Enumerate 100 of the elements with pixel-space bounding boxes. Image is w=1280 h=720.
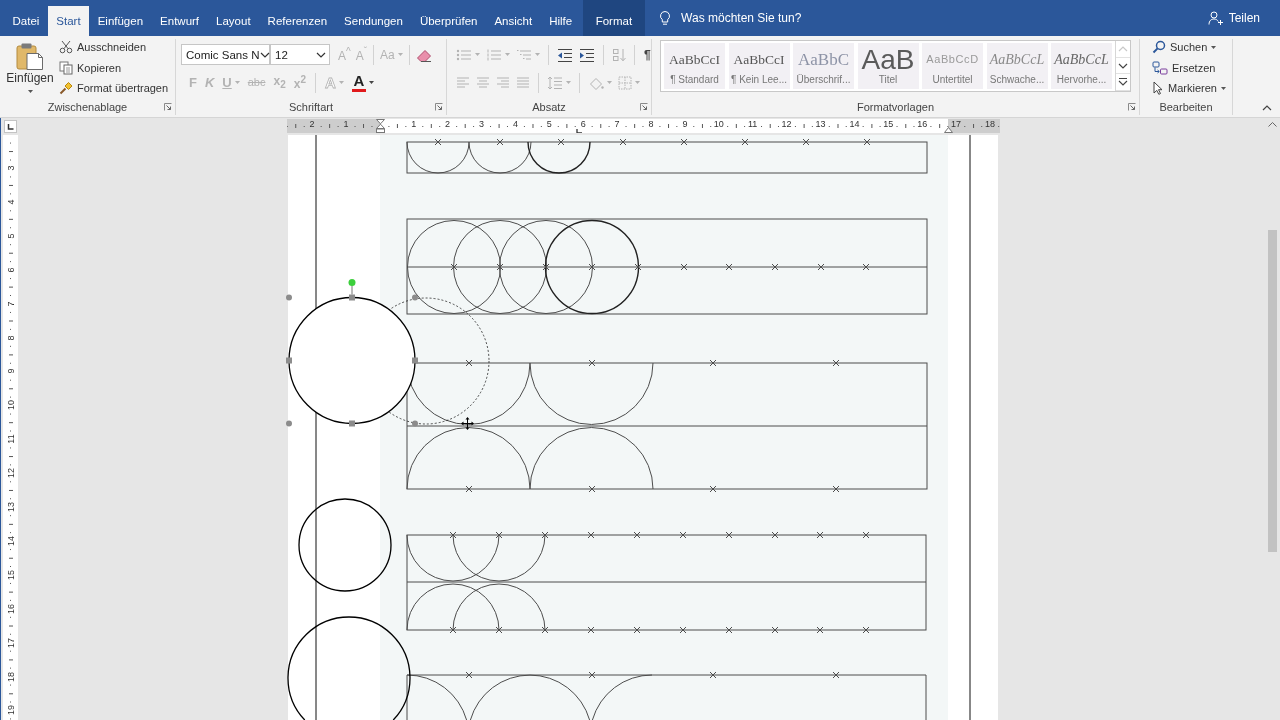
clipboard-icon xyxy=(16,42,44,70)
chevron-down-icon xyxy=(1118,62,1128,69)
paste-button[interactable]: Einfügen xyxy=(4,39,56,97)
ruler-number: 14 xyxy=(849,119,860,129)
ribbon-tab[interactable]: Hilfe xyxy=(540,6,581,36)
dialog-launcher-icon[interactable] xyxy=(1128,103,1136,111)
ruler-number: 14 xyxy=(5,535,16,546)
caret-icon[interactable] xyxy=(1211,45,1217,49)
ruler-number: 4 xyxy=(5,199,16,205)
ribbon-tab[interactable]: Start xyxy=(47,6,90,36)
ruler-number: 17 xyxy=(5,637,16,648)
resize-handle[interactable] xyxy=(349,294,355,301)
editing-command[interactable]: Markieren xyxy=(1150,78,1228,99)
scroll-up-icon[interactable] xyxy=(1268,122,1277,127)
group-label: Schriftart xyxy=(289,101,333,113)
clipboard-command[interactable]: Format übertragen xyxy=(57,78,171,99)
replace-icon xyxy=(1152,60,1168,75)
font-color-button[interactable]: A xyxy=(348,72,377,93)
group-label: Formatvorlagen xyxy=(856,101,934,113)
paintbrush-icon xyxy=(59,81,73,96)
group-label: Absatz xyxy=(532,101,566,113)
style-gallery-item[interactable]: AaBbCcL Schwache... xyxy=(986,43,1048,89)
caret-icon[interactable] xyxy=(368,81,374,84)
clipboard-command[interactable]: Kopieren xyxy=(57,57,171,78)
show-marks-button[interactable]: ¶ xyxy=(641,44,651,65)
dialog-launcher-icon[interactable] xyxy=(640,103,648,111)
caret-icon[interactable] xyxy=(27,90,33,93)
share-button[interactable]: Teilen xyxy=(1207,6,1260,30)
resize-handle[interactable] xyxy=(412,357,418,364)
ribbon-tab[interactable]: Layout xyxy=(207,6,260,36)
style-gallery-item[interactable]: AaBbCcI ¶ Standard xyxy=(664,43,725,89)
indent-marker-icon[interactable] xyxy=(943,127,953,133)
search-icon xyxy=(1152,40,1166,55)
caret-icon[interactable] xyxy=(1220,86,1226,90)
scissors-icon xyxy=(59,40,73,55)
ruler-number: 19 xyxy=(5,705,16,716)
font-size-combobox[interactable]: 12 xyxy=(270,44,330,65)
ruler-number: 16 xyxy=(917,119,928,129)
ruler-number: 10 xyxy=(713,119,724,129)
ribbon-tab[interactable]: Entwurf xyxy=(151,6,208,36)
ruler-number: 13 xyxy=(815,119,826,129)
ribbon-tab[interactable]: Einfügen xyxy=(89,6,152,36)
clipboard-command[interactable]: Ausschneiden xyxy=(57,39,171,58)
style-gallery-item[interactable]: AaBbCcL Hervorhe... xyxy=(1051,43,1112,89)
style-gallery-item[interactable]: AaBbCcD Untertitel xyxy=(922,43,983,89)
tell-me-search-field[interactable]: Was möchten Sie tun? xyxy=(681,11,804,25)
ruler-number: 12 xyxy=(781,119,792,129)
resize-handle[interactable] xyxy=(286,294,292,301)
font-name-combobox[interactable]: Comic Sans N xyxy=(181,44,270,65)
person-add-icon xyxy=(1207,11,1224,25)
ribbon-tab[interactable]: Datei xyxy=(4,6,48,36)
collapse-ribbon-icon[interactable] xyxy=(1262,105,1272,111)
resize-handle[interactable] xyxy=(412,294,418,301)
move-cursor-icon xyxy=(461,417,474,430)
ribbon-tab[interactable]: Referenzen xyxy=(259,6,336,36)
ruler-number: 7 xyxy=(614,119,620,129)
ruler-number: 5 xyxy=(546,119,552,129)
lightbulb-icon xyxy=(659,10,672,26)
resize-handle[interactable] xyxy=(286,357,292,364)
cursor-arrow-icon xyxy=(1152,81,1164,96)
ruler-number: 8 xyxy=(5,335,16,340)
ruler-number: 13 xyxy=(5,502,16,512)
ruler-number: 2 xyxy=(445,119,451,129)
style-gallery-item[interactable]: AaBbCcI ¶ Kein Lee... xyxy=(728,43,790,89)
increase-indent-icon[interactable] xyxy=(579,47,595,62)
dialog-launcher-icon[interactable] xyxy=(435,103,443,111)
ruler-number: 1 xyxy=(411,119,417,129)
group-label: Zwischenablage xyxy=(47,101,128,113)
rotation-handle[interactable] xyxy=(348,279,356,295)
scrollbar-thumb[interactable] xyxy=(1268,230,1277,552)
indent-marker-icon[interactable] xyxy=(375,119,385,133)
ribbon-tab[interactable]: Überprüfen xyxy=(411,6,486,36)
ribbon-tab[interactable]: Sendungen xyxy=(335,6,412,36)
decrease-indent-icon[interactable] xyxy=(557,47,573,62)
style-gallery-item[interactable]: AaB Titel xyxy=(857,43,919,89)
ruler-number: 8 xyxy=(648,119,654,129)
ruler-number: 1 xyxy=(343,119,349,129)
resize-handle[interactable] xyxy=(286,420,292,427)
editing-command[interactable]: Ersetzen xyxy=(1150,57,1228,78)
ruler-number: 10 xyxy=(5,400,16,411)
tab-selector-icon[interactable] xyxy=(4,120,17,133)
dialog-launcher-icon[interactable] xyxy=(164,103,172,111)
ribbon-tab[interactable]: Format xyxy=(582,0,646,36)
resize-handle[interactable] xyxy=(349,420,355,427)
ruler-number: 5 xyxy=(5,233,16,239)
style-gallery-item[interactable]: AaBbC Überschrif... xyxy=(793,43,854,89)
ruler-number: 3 xyxy=(479,119,484,129)
ruler-number: 7 xyxy=(5,301,16,307)
expand-gallery-icon xyxy=(1118,78,1128,87)
ribbon-tab[interactable]: Ansicht xyxy=(485,6,541,36)
ruler-number: 11 xyxy=(748,119,758,129)
ruler-number: 11 xyxy=(5,434,16,444)
ruler-number: 2 xyxy=(309,119,315,129)
ruler-number: 3 xyxy=(5,165,16,171)
tab-stop-icon[interactable] xyxy=(576,128,582,133)
chevron-down-icon xyxy=(259,51,270,58)
ruler-number: 18 xyxy=(5,671,16,682)
chevron-up-icon xyxy=(1118,45,1128,52)
resize-handle[interactable] xyxy=(412,420,418,427)
editing-command[interactable]: Suchen xyxy=(1150,39,1228,58)
